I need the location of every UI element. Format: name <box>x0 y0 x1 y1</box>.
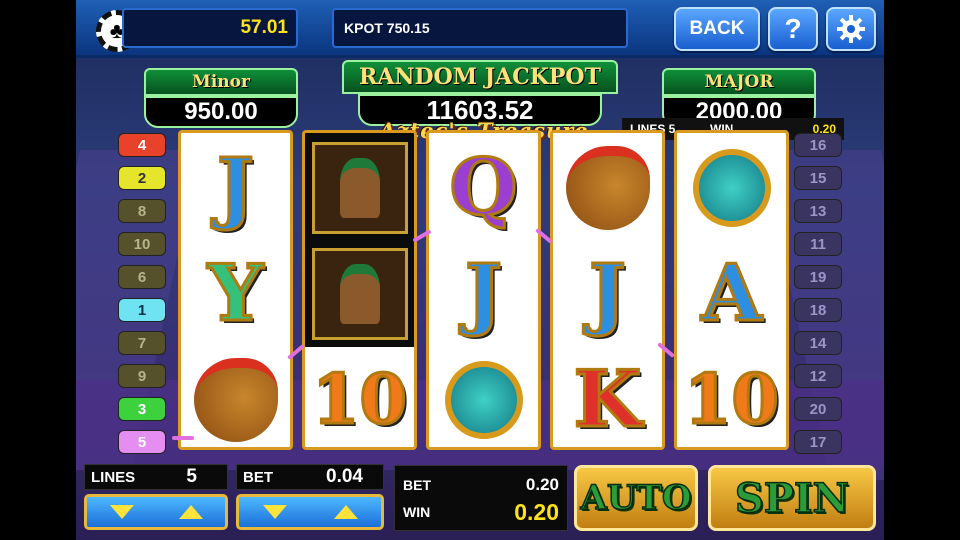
line-badge[interactable]: 16 <box>794 133 842 157</box>
line-badge[interactable]: 15 <box>794 166 842 190</box>
back-label: BACK <box>689 18 745 39</box>
lines-value: 5 <box>186 466 197 487</box>
symbol-a: A <box>700 248 764 339</box>
line-badge[interactable]: 2 <box>118 166 166 190</box>
line-badge[interactable]: 7 <box>118 331 166 355</box>
settings-button[interactable] <box>826 7 876 51</box>
symbol-warrior <box>553 135 662 241</box>
minor-jackpot-label: Minor <box>144 68 298 96</box>
line-badge[interactable]: 20 <box>794 397 842 421</box>
bet-value: 0.04 <box>326 466 363 487</box>
symbol-j: J <box>588 248 628 339</box>
aztec-shield-icon <box>444 361 523 439</box>
lines-panel: LINES 5 <box>84 464 228 490</box>
aztec-figure-icon <box>311 248 408 340</box>
symbol-figure <box>305 241 414 347</box>
eagle-warrior-icon <box>193 358 278 442</box>
line-badge[interactable]: 12 <box>794 364 842 388</box>
random-jackpot-label: RANDOM JACKPOT <box>342 60 618 94</box>
minor-jackpot-value: 950.00 <box>144 96 298 128</box>
line-badge[interactable]: 3 <box>118 397 166 421</box>
line-badge[interactable]: 18 <box>794 298 842 322</box>
balance-display: 57.01 <box>122 8 298 48</box>
progressive-ticker: KPOT 750.15 <box>332 8 628 48</box>
symbol-j: J <box>216 142 256 233</box>
bet-panel: BET 0.04 <box>236 464 384 490</box>
reel-2: 10 <box>302 130 417 450</box>
random-jackpot: RANDOM JACKPOT 11603.52 <box>342 60 618 126</box>
total-win-label: WIN <box>403 504 431 520</box>
line-badge[interactable]: 4 <box>118 133 166 157</box>
game-stage: ♣ 57.01 KPOT 750.15 BACK ? Minor 950.00 … <box>76 0 884 540</box>
bet-label: BET <box>243 468 273 486</box>
line-badge[interactable]: 1 <box>118 298 166 322</box>
lines-label: LINES <box>91 468 136 486</box>
symbol-shield <box>677 135 786 241</box>
line-badge[interactable]: 19 <box>794 265 842 289</box>
line-badge[interactable]: 8 <box>118 199 166 223</box>
line-badge[interactable]: 14 <box>794 331 842 355</box>
line-badge[interactable]: 13 <box>794 199 842 223</box>
symbol-y: Y <box>206 248 265 339</box>
symbol-j: J <box>464 248 504 339</box>
bet-decrease-button[interactable] <box>262 505 287 519</box>
aztec-figure-icon <box>311 142 408 234</box>
bet-increase-button[interactable] <box>333 505 358 519</box>
total-bet-value: 0.20 <box>525 475 559 494</box>
line-badge[interactable]: 5 <box>118 430 166 454</box>
line-badge[interactable]: 11 <box>794 232 842 256</box>
line-badge[interactable]: 17 <box>794 430 842 454</box>
line-badge[interactable]: 6 <box>118 265 166 289</box>
bet-stepper <box>236 494 384 530</box>
ticker-text: KPOT 750.15 <box>344 20 430 36</box>
help-button[interactable]: ? <box>768 7 818 51</box>
eagle-warrior-icon <box>565 146 650 230</box>
spin-button[interactable]: SPIN <box>708 465 876 531</box>
gear-icon <box>837 15 865 43</box>
symbol-warrior <box>181 347 290 447</box>
symbol-q: Q <box>448 142 519 233</box>
reel-4: J K <box>550 130 665 450</box>
symbol-figure <box>305 135 414 241</box>
lines-increase-button[interactable] <box>178 505 203 519</box>
win-line-segment <box>172 436 194 440</box>
total-win-value: 0.20 <box>514 498 559 525</box>
line-badge[interactable]: 10 <box>118 232 166 256</box>
auto-label: AUTO <box>580 477 692 519</box>
back-button[interactable]: BACK <box>674 7 760 51</box>
top-bar: ♣ 57.01 KPOT 750.15 BACK ? <box>76 0 884 58</box>
totals-panel: BET 0.20 WIN 0.20 <box>394 465 568 531</box>
reels-area: J Y 10 Q J J K A 10 <box>178 130 789 450</box>
lines-decrease-button[interactable] <box>109 505 134 519</box>
symbol-shield <box>429 347 538 447</box>
total-bet-label: BET <box>403 477 431 493</box>
reel-5: A 10 <box>674 130 789 450</box>
balance-value: 57.01 <box>240 17 288 38</box>
symbol-10: 10 <box>305 347 414 447</box>
line-badge[interactable]: 9 <box>118 364 166 388</box>
aztec-shield-icon <box>692 149 771 227</box>
reel-1: J Y <box>178 130 293 450</box>
symbol-k: K <box>572 354 643 445</box>
symbol-10: 10 <box>683 360 781 440</box>
major-jackpot-label: MAJOR <box>662 68 816 96</box>
minor-jackpot: Minor 950.00 <box>144 68 298 128</box>
lines-stepper <box>84 494 228 530</box>
spin-label: SPIN <box>734 474 850 523</box>
reel-3: Q J <box>426 130 541 450</box>
auto-button[interactable]: AUTO <box>574 465 698 531</box>
help-label: ? <box>784 13 802 44</box>
